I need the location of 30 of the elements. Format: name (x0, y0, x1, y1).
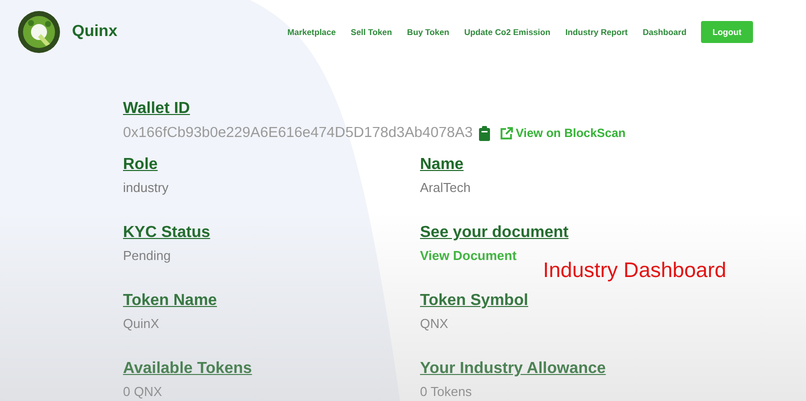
nav-link[interactable]: Buy Token (407, 27, 450, 37)
nav-link[interactable]: Update Co2 Emission (464, 27, 550, 37)
field-value: Pending (123, 247, 172, 265)
field-value: QNX (420, 315, 450, 333)
field-value: AralTech (420, 179, 472, 197)
field-label: Token Name (123, 291, 218, 311)
field-label: Wallet ID (123, 99, 191, 119)
nav-link[interactable]: Marketplace (287, 27, 336, 37)
field-label: Token Symbol (420, 291, 530, 311)
field-label: KYC Status (123, 223, 212, 243)
field-label: Available Tokens (123, 359, 253, 379)
clipboard-icon[interactable] (478, 126, 490, 140)
nav-link[interactable]: Dashboard (642, 27, 686, 37)
overlay-caption: Industry Dashboard (543, 259, 726, 283)
field-value: 0 Tokens (420, 383, 473, 401)
brand-name: Quinx (72, 23, 118, 41)
nav-link[interactable]: Sell Token (350, 27, 392, 37)
field-value: 0 QNX (123, 383, 164, 401)
field-label: Your Industry Allowance (420, 359, 607, 379)
logout-button[interactable]: Logout (701, 21, 753, 43)
logo-icon (17, 10, 61, 54)
field-label: Role (123, 155, 159, 175)
external-link-icon (500, 126, 513, 140)
field-value: industry (123, 179, 170, 197)
field-label: See your document (420, 223, 570, 243)
field-value: QuinX (123, 315, 160, 333)
nav-link[interactable]: Industry Report (565, 27, 628, 37)
wallet-address: 0x166fCb93b0e229A6E616e474D5D178d3Ab4078A3 (123, 124, 473, 143)
blockscan-link[interactable]: View on BlockScan (500, 126, 626, 140)
field-label: Name (420, 155, 465, 175)
